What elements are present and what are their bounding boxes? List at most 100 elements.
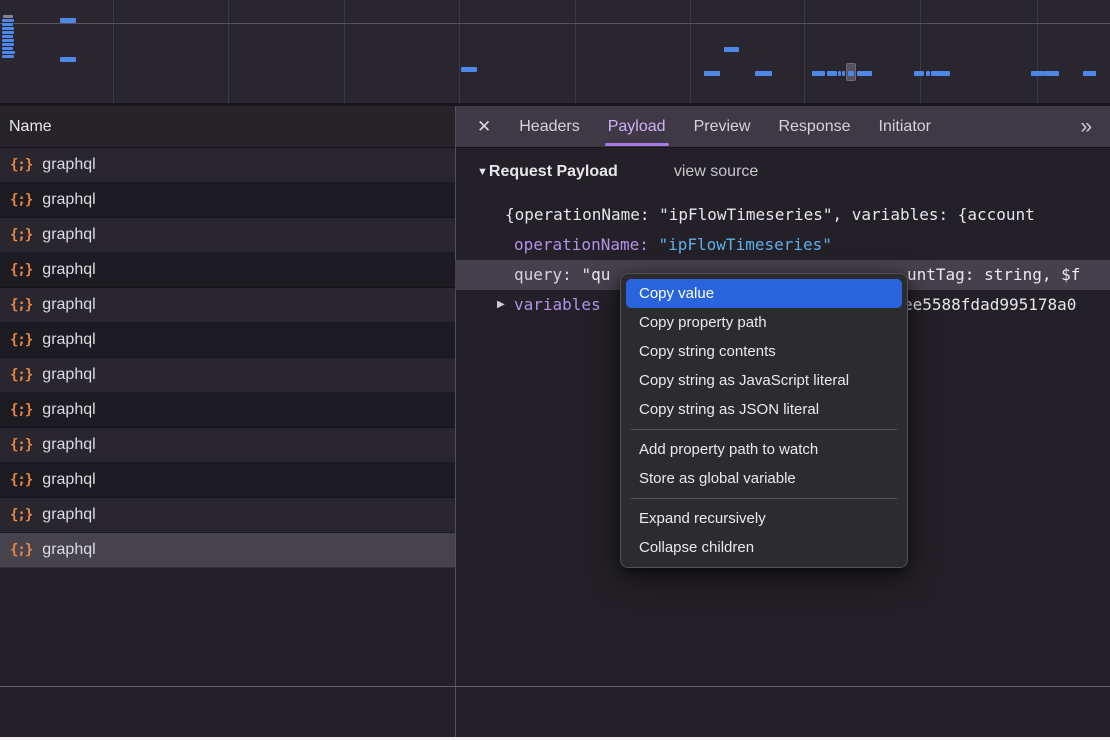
- payload-row-operation-name[interactable]: operationName: "ipFlowTimeseries": [514, 230, 832, 260]
- timeline-gridline: [804, 0, 805, 103]
- request-row[interactable]: {;} graphql: [0, 288, 455, 323]
- json-string-value: "ipFlowTimeseries": [659, 235, 832, 254]
- waterfall-bar: [60, 57, 76, 62]
- request-row[interactable]: {;} graphql: [0, 253, 455, 288]
- object-preview-text: {operationName: "ipFlowTimeseries", vari…: [505, 205, 1035, 224]
- request-row[interactable]: {;}graphql: [0, 533, 455, 568]
- menu-item-expand-recursively[interactable]: Expand recursively: [621, 504, 907, 533]
- request-name: graphql: [42, 506, 95, 524]
- json-key: operationName:: [514, 235, 649, 254]
- request-row[interactable]: {;}graphql: [0, 393, 455, 428]
- json-request-icon: {;}: [10, 332, 32, 348]
- waterfall-bar: [704, 71, 720, 76]
- json-request-icon: {;}: [10, 437, 32, 453]
- menu-item-copy-string-as-json-literal[interactable]: Copy string as JSON literal: [621, 395, 907, 424]
- waterfall-bar: [926, 71, 930, 76]
- request-name: graphql: [42, 471, 95, 489]
- json-key: query:: [514, 265, 572, 284]
- json-request-icon: {;}: [10, 297, 32, 313]
- timeline-gridline: [575, 0, 576, 103]
- tab-response[interactable]: Response: [778, 106, 850, 148]
- request-name: graphql: [42, 366, 95, 384]
- waterfall-bar: [2, 43, 14, 46]
- devtools-network-panel: Name ✕ Headers Payload Preview Response Init…: [0, 0, 1110, 740]
- waterfall-bar: [2, 51, 15, 54]
- menu-separator: [631, 429, 897, 430]
- request-row[interactable]: {;} graphql: [0, 428, 455, 463]
- request-name: graphql: [42, 156, 95, 174]
- json-string-start: "qu: [581, 265, 610, 284]
- tab-headers[interactable]: Headers: [519, 106, 579, 148]
- menu-item-copy-property-path[interactable]: Copy property path: [621, 308, 907, 337]
- timeline-gray-tick: [3, 15, 13, 18]
- json-key: variables: [514, 295, 601, 314]
- menu-item-copy-value[interactable]: Copy value: [626, 279, 902, 308]
- waterfall-bar: [1031, 71, 1043, 76]
- json-value-continuation: ee5588fdad995178a0: [903, 290, 1076, 320]
- waterfall-bar: [755, 71, 772, 76]
- timeline-gridline: [459, 0, 460, 103]
- menu-item-store-as-global-variable[interactable]: Store as global variable: [621, 464, 907, 493]
- name-column-header[interactable]: Name: [0, 106, 455, 148]
- waterfall-bar: [1043, 71, 1059, 76]
- footer-divider: [0, 686, 1110, 687]
- request-row[interactable]: {;}graphql: [0, 148, 455, 183]
- waterfall-bar: [827, 71, 837, 76]
- menu-item-copy-string-contents[interactable]: Copy string contents: [621, 337, 907, 366]
- request-name: graphql: [42, 261, 95, 279]
- json-request-icon: {;}: [10, 367, 32, 383]
- waterfall-bar: [461, 67, 477, 72]
- waterfall-bar: [2, 39, 14, 42]
- request-name: graphql: [42, 541, 95, 559]
- menu-separator: [631, 498, 897, 499]
- collapse-triangle-icon[interactable]: ▼: [477, 166, 488, 178]
- json-request-icon: {;}: [10, 262, 32, 278]
- waterfall-bar: [724, 47, 739, 52]
- payload-row-preview[interactable]: ▼ {operationName: "ipFlowTimeseries", va…: [505, 200, 1110, 230]
- waterfall-bar: [848, 71, 854, 76]
- menu-item-copy-string-as-javascript-literal[interactable]: Copy string as JavaScript literal: [621, 366, 907, 395]
- request-payload-header[interactable]: ▼Request Payload view source: [477, 163, 758, 181]
- request-name: graphql: [42, 296, 95, 314]
- waterfall-bar: [812, 71, 825, 76]
- request-name: graphql: [42, 191, 95, 209]
- timeline-gridline: [344, 0, 345, 103]
- more-tabs-icon[interactable]: »: [1080, 115, 1090, 139]
- panel-divider[interactable]: [455, 106, 456, 737]
- waterfall-bar: [2, 35, 13, 38]
- waterfall-bar: [931, 71, 950, 76]
- tabs-host: Headers Payload Preview Response Initiator: [519, 106, 931, 148]
- request-name: graphql: [42, 401, 95, 419]
- menu-item-add-property-path-to-watch[interactable]: Add property path to watch: [621, 435, 907, 464]
- json-request-icon: {;}: [10, 507, 32, 523]
- request-name: graphql: [42, 436, 95, 454]
- waterfall-bar: [2, 19, 14, 22]
- request-row[interactable]: {;} graphql: [0, 183, 455, 218]
- timeline-gridline: [920, 0, 921, 103]
- json-string-continuation: untTag: string, $f: [907, 260, 1080, 290]
- request-row[interactable]: {;} graphql: [0, 358, 455, 393]
- waterfall-bar: [2, 47, 13, 50]
- close-details-icon[interactable]: ✕: [477, 117, 491, 137]
- menu-item-collapse-children[interactable]: Collapse children: [621, 533, 907, 562]
- waterfall-bar: [2, 27, 14, 30]
- waterfall-bar: [914, 71, 924, 76]
- request-row[interactable]: {;} graphql: [0, 323, 455, 358]
- waterfall-bar: [857, 71, 872, 76]
- request-payload-title: Request Payload: [489, 163, 618, 180]
- json-request-icon: {;}: [10, 227, 32, 243]
- json-request-icon: {;}: [10, 192, 32, 208]
- tab-preview[interactable]: Preview: [694, 106, 751, 148]
- request-row[interactable]: {;} graphql: [0, 498, 455, 533]
- expand-arrow-icon[interactable]: ▶: [497, 290, 505, 320]
- waterfall-bar: [60, 18, 76, 23]
- request-row[interactable]: {;}graphql: [0, 218, 455, 253]
- request-row[interactable]: {;}graphql: [0, 463, 455, 498]
- waterfall-bar: [1083, 71, 1096, 76]
- request-name: graphql: [42, 331, 95, 349]
- tab-payload[interactable]: Payload: [608, 106, 666, 148]
- network-overview-timeline[interactable]: [0, 0, 1110, 106]
- view-source-link[interactable]: view source: [674, 163, 758, 180]
- timeline-lane-divider: [0, 23, 1110, 24]
- tab-initiator[interactable]: Initiator: [879, 106, 931, 148]
